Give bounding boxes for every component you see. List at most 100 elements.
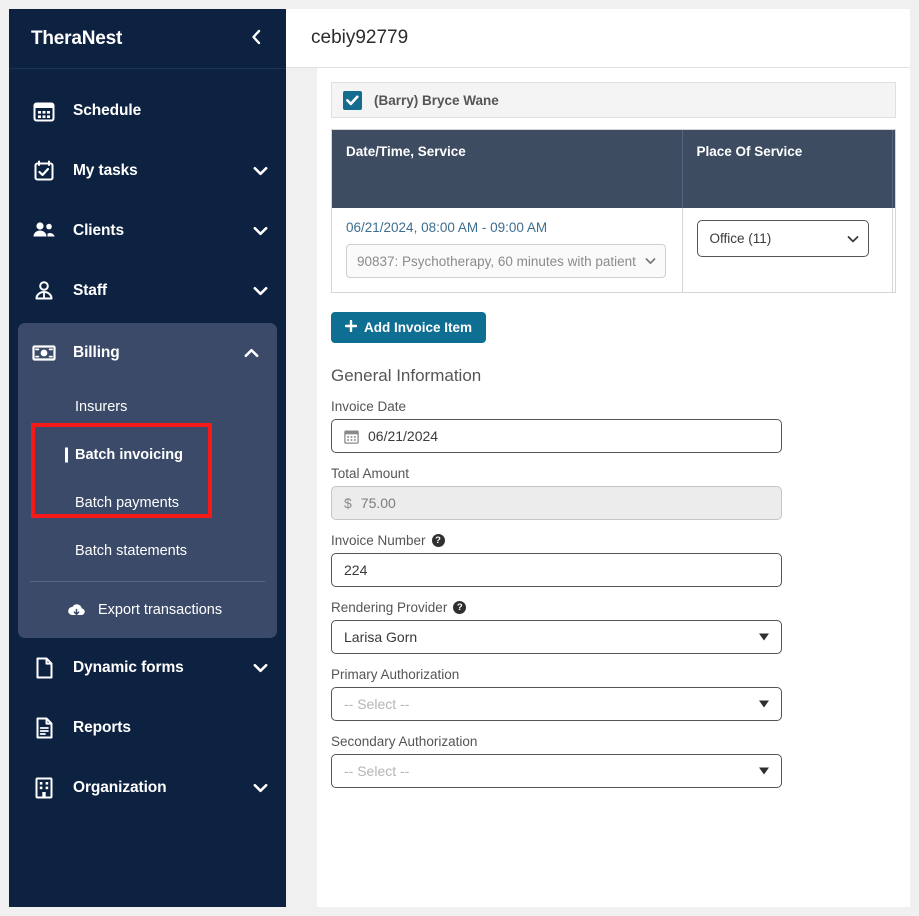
building-icon — [31, 775, 57, 801]
sidebar-nav: Schedule My tasks Clients Staff Billing … — [9, 69, 286, 818]
sidebar-header: TheraNest — [9, 9, 286, 69]
cell-place-of-service: Office (11) — [682, 208, 893, 292]
place-of-service-select[interactable]: Office (11) — [696, 220, 869, 257]
money-icon — [31, 340, 57, 366]
label-text: Invoice Number — [331, 533, 426, 548]
sidebar-group-billing: Billing Insurers Batch invoicing Batch p… — [18, 323, 277, 638]
invoice-date-field[interactable]: 06/21/2024 — [331, 419, 782, 453]
currency-symbol: $ — [344, 495, 352, 511]
sidebar: TheraNest Schedule My tasks Clients Staf… — [9, 9, 286, 907]
sidebar-item-export-transactions[interactable]: Export transactions — [18, 582, 277, 638]
invoice-panel: (Barry) Bryce Wane Date/Time, Service Pl… — [317, 68, 910, 907]
sidebar-item-dynamic-forms[interactable]: Dynamic forms — [9, 638, 286, 698]
sidebar-item-label: Clients — [73, 222, 124, 239]
label-text: Primary Authorization — [331, 667, 460, 682]
service-code-select[interactable]: 90837: Psychotherapy, 60 minutes with pa… — [346, 244, 666, 278]
secondary-authorization-select[interactable]: -- Select -- — [331, 754, 782, 788]
secondary-authorization-value: -- Select -- — [344, 763, 410, 779]
plus-icon — [344, 319, 358, 335]
label-invoice-number: Invoice Number ? — [331, 533, 896, 548]
service-table-wrapper: Date/Time, Service Place Of Service 06/2… — [331, 129, 896, 293]
client-checkbox[interactable] — [343, 90, 362, 110]
clients-icon — [31, 218, 57, 244]
add-invoice-item-label: Add Invoice Item — [364, 320, 473, 335]
staff-icon — [31, 278, 57, 304]
sidebar-item-schedule[interactable]: Schedule — [9, 81, 286, 141]
sidebar-item-label: My tasks — [73, 162, 138, 179]
table-row: 06/21/2024, 08:00 AM - 09:00 AM 90837: P… — [332, 208, 895, 292]
chevron-down-icon[interactable] — [252, 283, 268, 299]
service-table: Date/Time, Service Place Of Service 06/2… — [332, 130, 895, 292]
sidebar-item-label: Reports — [73, 719, 131, 736]
chevron-down-icon[interactable] — [252, 660, 268, 676]
calendar-icon — [344, 429, 359, 444]
add-invoice-item-button[interactable]: Add Invoice Item — [331, 312, 487, 343]
chevron-down-icon[interactable] — [252, 223, 268, 239]
sidebar-item-label: Staff — [73, 282, 107, 299]
sidebar-item-staff[interactable]: Staff — [9, 261, 286, 321]
help-icon[interactable]: ? — [431, 534, 445, 547]
chevron-down-icon — [759, 633, 769, 641]
service-code-value: 90837: Psychotherapy, 60 minutes with pa… — [357, 253, 636, 269]
chevron-down-icon — [759, 767, 769, 775]
sidebar-item-insurers[interactable]: Insurers — [18, 383, 277, 431]
label-text: Secondary Authorization — [331, 734, 478, 749]
sidebar-item-batch-statements[interactable]: Batch statements — [18, 527, 277, 575]
primary-authorization-value: -- Select -- — [344, 696, 410, 712]
chevron-up-icon[interactable] — [243, 345, 259, 361]
chevron-down-icon — [645, 257, 656, 265]
section-title-general-information: General Information — [331, 366, 482, 385]
primary-authorization-select[interactable]: -- Select -- — [331, 687, 782, 721]
cell-datetime-service: 06/21/2024, 08:00 AM - 09:00 AM 90837: P… — [332, 208, 683, 292]
sidebar-item-label: Organization — [73, 779, 167, 796]
sidebar-item-clients[interactable]: Clients — [9, 201, 286, 261]
sidebar-item-label: Schedule — [73, 102, 142, 119]
label-text: Invoice Date — [331, 399, 407, 414]
app-root: TheraNest Schedule My tasks Clients Staf… — [0, 0, 919, 916]
column-header-datetime-service: Date/Time, Service — [332, 130, 683, 208]
sidebar-item-billing[interactable]: Billing — [18, 323, 277, 383]
label-total-amount: Total Amount — [331, 466, 896, 481]
rendering-provider-value: Larisa Gorn — [344, 629, 418, 645]
help-icon[interactable]: ? — [453, 601, 467, 614]
main-content: (Barry) Bryce Wane Date/Time, Service Pl… — [286, 68, 910, 907]
chevron-down-icon[interactable] — [252, 163, 268, 179]
report-icon — [31, 715, 57, 741]
label-secondary-authorization: Secondary Authorization — [331, 734, 896, 749]
invoice-number-field[interactable]: 224 — [331, 553, 782, 587]
sidebar-item-my-tasks[interactable]: My tasks — [9, 141, 286, 201]
sidebar-item-batch-invoicing[interactable]: Batch invoicing — [18, 431, 277, 479]
total-amount-field: $ 75.00 — [331, 486, 782, 520]
brand-logo: TheraNest — [31, 27, 123, 49]
label-rendering-provider: Rendering Provider ? — [331, 600, 896, 615]
cell-extra — [892, 208, 895, 292]
page-title: cebiy92779 — [311, 27, 409, 48]
document-icon — [31, 655, 57, 681]
chevron-down-icon[interactable] — [252, 780, 268, 796]
chevron-down-icon — [847, 235, 859, 243]
client-header-row: (Barry) Bryce Wane — [331, 82, 896, 118]
sidebar-subitem-label: Batch statements — [75, 543, 188, 559]
column-header-place-of-service: Place Of Service — [682, 130, 893, 208]
table-header-row: Date/Time, Service Place Of Service — [332, 130, 895, 208]
calendar-icon — [31, 98, 57, 124]
place-of-service-value: Office (11) — [709, 231, 772, 246]
top-bar: cebiy92779 — [286, 9, 910, 68]
sidebar-item-batch-payments[interactable]: Batch payments — [18, 479, 277, 527]
column-header-extra — [892, 130, 895, 208]
service-datetime: 06/21/2024, 08:00 AM - 09:00 AM — [346, 220, 548, 235]
sidebar-item-organization[interactable]: Organization — [9, 758, 286, 818]
label-primary-authorization: Primary Authorization — [331, 667, 896, 682]
invoice-date-value: 06/21/2024 — [368, 428, 439, 444]
chevron-down-icon — [759, 700, 769, 708]
rendering-provider-select[interactable]: Larisa Gorn — [331, 620, 782, 654]
label-text: Total Amount — [331, 466, 410, 481]
chevron-left-icon[interactable] — [244, 25, 268, 52]
general-information-form: General Information Invoice Date 06/21/2… — [317, 366, 910, 788]
task-calendar-icon — [31, 158, 57, 184]
invoice-number-value: 224 — [344, 562, 368, 578]
client-name: (Barry) Bryce Wane — [374, 92, 499, 108]
label-text: Rendering Provider — [331, 600, 448, 615]
sidebar-item-reports[interactable]: Reports — [9, 698, 286, 758]
sidebar-subitem-label: Batch payments — [75, 495, 179, 511]
